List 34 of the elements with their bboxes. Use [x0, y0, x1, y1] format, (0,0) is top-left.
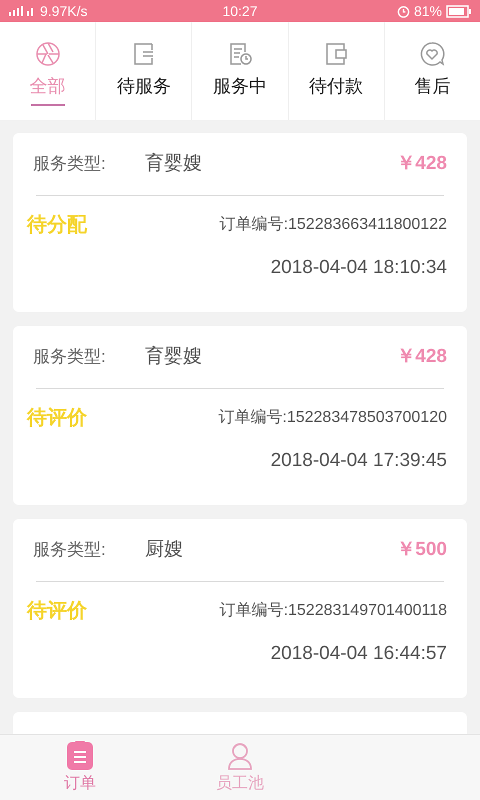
order-price: ￥428 — [396, 344, 447, 369]
signal-icon — [8, 5, 36, 17]
order-price: ￥500 — [396, 538, 447, 562]
tab[interactable]: 服务中 — [192, 22, 289, 120]
order-number: 订单编号:152283478503700120 — [218, 408, 447, 428]
network-speed: 9.97K/s — [40, 2, 88, 20]
order-time: 2018-04-04 18:10:34 — [270, 256, 447, 280]
service-name: 育婴嫂 — [145, 344, 203, 369]
clock-time: 10:27 — [222, 2, 258, 20]
tab[interactable]: 待付款 — [288, 22, 385, 120]
aperture-icon — [34, 40, 62, 68]
service-type-label: 服务类型: — [33, 539, 107, 562]
alarm-icon — [396, 4, 410, 18]
order-status: 待评价 — [27, 599, 87, 624]
tab[interactable]: 售后 — [384, 22, 480, 120]
battery-icon — [446, 4, 472, 18]
tab[interactable]: 待服务 — [96, 22, 192, 120]
order-card[interactable]: 服务类型: 育婴嫂 ￥428 待分配 订单编号:152283663411800122 2018-04-04 18:10:34 — [13, 133, 467, 312]
order-time: 2018-04-04 17:39:45 — [270, 449, 447, 473]
order-time: 2018-04-04 16:44:57 — [270, 642, 447, 666]
service-name: 厨嫂 — [145, 538, 184, 562]
service-name: 育婴嫂 — [145, 152, 203, 176]
order-card[interactable]: 服务类型: 厨嫂 ￥500 待评价 订单编号:152283149701400118 2018-04-04 16:44:57 — [13, 519, 467, 698]
order-status: 待评价 — [27, 406, 87, 431]
order-number: 订单编号:152283663411800122 — [220, 214, 447, 235]
battery-percent: 81% — [414, 2, 442, 20]
order-card[interactable]: 服务类型: 育婴嫂 ￥428 待评价 订单编号:152283478503700120 2018-04-04 17:39:45 — [13, 326, 467, 505]
service-type-label: 服务类型: — [33, 346, 107, 368]
order-status: 待分配 — [27, 213, 87, 238]
service-type-label: 服务类型: — [33, 153, 107, 176]
heart-chat-icon — [418, 40, 446, 68]
order-price: ￥428 — [396, 152, 447, 176]
order-number: 订单编号:152283149701400118 — [220, 600, 447, 621]
clipboard-icon — [65, 740, 95, 770]
